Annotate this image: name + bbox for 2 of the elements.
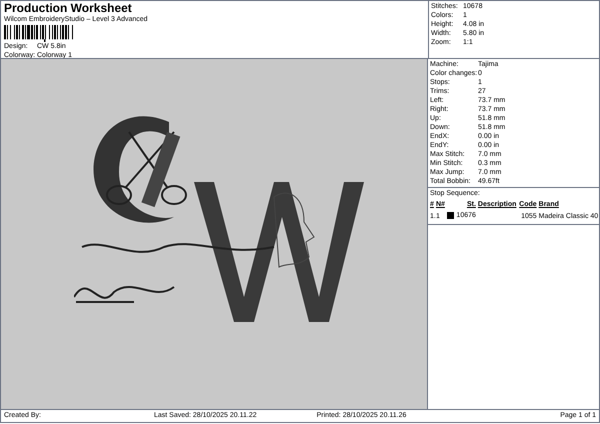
worksheet-title: Production Worksheet (4, 2, 133, 15)
barcode-icon (4, 25, 74, 42)
